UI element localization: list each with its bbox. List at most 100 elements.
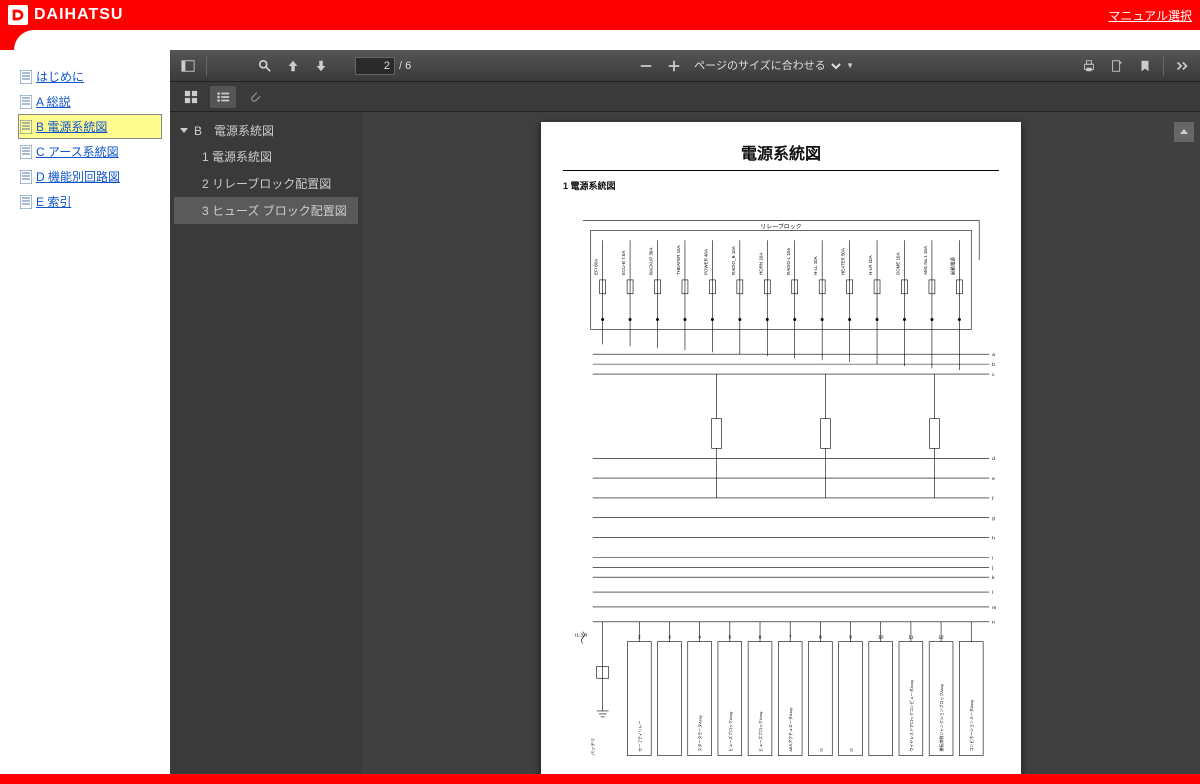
svg-text:THEATER 15A: THEATER 15A: [676, 245, 681, 275]
outline-section-title: 電源系統図: [214, 122, 274, 139]
outline-item-3[interactable]: 3 ヒューズ ブロック配置図: [174, 197, 358, 224]
svg-text:I1:3,0: I1:3,0: [575, 633, 588, 639]
chevron-down-icon: [180, 128, 188, 133]
chevron-down-icon: ▼: [846, 61, 854, 70]
viewer-lower: B 電源系統図 1 電源系統図 2 リレーブロック配置図 3 ヒューズ ブロック…: [170, 112, 1200, 784]
file-icon: [20, 70, 32, 84]
svg-text:ヒューズブロックAssy: ヒューズブロックAssy: [728, 712, 733, 752]
svg-text:運転席側ジャンクションブロックAssy: 運転席側ジャンクションブロックAssy: [939, 684, 944, 752]
brand: DAIHATSU: [8, 5, 123, 25]
page-total: / 6: [399, 60, 411, 72]
bookmark-button[interactable]: [1131, 54, 1159, 78]
svg-text:バッテリ: バッテリ: [591, 738, 597, 756]
nav-item-c[interactable]: C アース系統図: [18, 139, 162, 164]
file-icon: [20, 120, 32, 134]
page-title: 電源系統図: [563, 136, 999, 168]
scroll-up-button[interactable]: [1174, 122, 1194, 142]
zoom-select[interactable]: ページのサイズに合わせる: [688, 57, 844, 75]
outline-tab[interactable]: [210, 86, 236, 108]
brand-logo-icon: [8, 5, 28, 25]
bottom-red-strip: [0, 774, 1200, 784]
zoom-in-button[interactable]: [660, 54, 688, 78]
manual-select-link[interactable]: マニュアル選択: [1108, 7, 1192, 24]
outline-section-letter: B: [194, 124, 202, 138]
top-bar: DAIHATSU マニュアル選択: [0, 0, 1200, 30]
svg-text:ヒューズブロックAssy: ヒューズブロックAssy: [758, 712, 763, 752]
zoom-out-button[interactable]: [632, 54, 660, 78]
separator: [206, 56, 207, 76]
file-icon: [20, 95, 32, 109]
svg-text:l: l: [992, 590, 993, 596]
svg-text:n: n: [992, 621, 995, 626]
svg-text:k: k: [992, 575, 995, 581]
nav-label: D 機能別回路図: [36, 168, 120, 185]
page-number-input[interactable]: [355, 57, 395, 75]
svg-text:RADIO_B 10A: RADIO_B 10A: [731, 246, 736, 275]
search-button[interactable]: [251, 54, 279, 78]
svg-text:BACKUP 30A: BACKUP 30A: [649, 248, 654, 275]
svg-text:ワイヤレスドアロックコンピュータAssy: ワイヤレスドアロックコンピュータAssy: [909, 680, 914, 752]
svg-text:m: m: [992, 606, 996, 611]
page-title-rule: [563, 170, 999, 171]
svg-text:i: i: [992, 555, 993, 561]
outline-item-2[interactable]: 2 リレーブロック配置図: [174, 170, 358, 197]
attachments-tab[interactable]: [242, 86, 268, 108]
nav-item-a[interactable]: A 総説: [18, 89, 162, 114]
svg-text:ABSアクチュエータAssy: ABSアクチュエータAssy: [788, 708, 793, 752]
svg-text:I2: I2: [818, 748, 823, 751]
nav-item-d[interactable]: D 機能別回路図: [18, 164, 162, 189]
pdf-page: 電源系統図 1 電源系統図 リレーブロックEFI 60AECU-B 7.5ABA…: [541, 122, 1021, 784]
svg-text:DOME 10A: DOME 10A: [896, 252, 901, 274]
svg-text:HEATER 50A: HEATER 50A: [841, 248, 846, 275]
separator: [1163, 56, 1164, 76]
svg-text:POWER 40A: POWER 40A: [703, 249, 708, 275]
viewer-toolbar: / 6 ページのサイズに合わせる ▼: [170, 50, 1200, 82]
svg-text:スタータモータAssy: スタータモータAssy: [698, 715, 703, 751]
svg-text:セーフティリレー: セーフティリレー: [637, 720, 642, 751]
file-icon: [20, 145, 32, 159]
print-button[interactable]: [1075, 54, 1103, 78]
left-nav: はじめに A 総説 B 電源系統図 C アース系統図 D 機能別回路図 E 索引: [0, 50, 170, 784]
svg-text:h: h: [992, 536, 995, 542]
page-area[interactable]: 電源系統図 1 電源系統図 リレーブロックEFI 60AECU-B 7.5ABA…: [362, 112, 1200, 784]
toggle-sidebar-button[interactable]: [174, 54, 202, 78]
svg-text:リレーブロック: リレーブロック: [760, 222, 801, 230]
content-area: はじめに A 総説 B 電源系統図 C アース系統図 D 機能別回路図 E 索引: [0, 50, 1200, 784]
prev-page-button[interactable]: [279, 54, 307, 78]
svg-text:c: c: [992, 373, 995, 378]
outline-item-1[interactable]: 1 電源系統図: [174, 143, 358, 170]
nav-label: E 索引: [36, 193, 71, 210]
svg-text:f: f: [992, 496, 994, 502]
nav-label: B 電源系統図: [36, 118, 107, 135]
nav-label: C アース系統図: [36, 143, 119, 160]
nav-item-e[interactable]: E 索引: [18, 189, 162, 214]
svg-text:a: a: [992, 353, 995, 358]
svg-text:e: e: [992, 477, 995, 482]
next-page-button[interactable]: [307, 54, 335, 78]
svg-text:EFI 60A: EFI 60A: [594, 259, 599, 275]
outline-section[interactable]: B 電源系統図: [174, 118, 358, 143]
nav-label: A 総説: [36, 93, 71, 110]
nav-label: はじめに: [36, 68, 84, 85]
nav-item-b[interactable]: B 電源系統図: [18, 114, 162, 139]
svg-text:j: j: [991, 565, 993, 571]
file-icon: [20, 170, 32, 184]
svg-text:RADIO-L 10A: RADIO-L 10A: [786, 248, 791, 275]
section-title: 1 電源系統図: [563, 179, 999, 192]
svg-text:H-LR 10A: H-LR 10A: [868, 255, 873, 275]
svg-text:g: g: [992, 517, 995, 522]
svg-text:b: b: [992, 362, 995, 368]
pdf-viewer: / 6 ページのサイズに合わせる ▼ B 電源系統図: [170, 50, 1200, 784]
thumbnails-tab[interactable]: [178, 86, 204, 108]
outline-panel: B 電源系統図 1 電源系統図 2 リレーブロック配置図 3 ヒューズ ブロック…: [170, 112, 362, 784]
svg-text:d: d: [992, 456, 995, 462]
svg-text:H-LL 10A: H-LL 10A: [813, 256, 818, 275]
tools-button[interactable]: [1168, 54, 1196, 78]
download-button[interactable]: [1103, 54, 1131, 78]
svg-text:AM1 No.1 10A: AM1 No.1 10A: [923, 246, 928, 275]
svg-text:起動電源: 起動電源: [949, 257, 956, 275]
svg-text:I2: I2: [849, 748, 854, 751]
svg-text:HORN 10A: HORN 10A: [758, 253, 763, 275]
file-icon: [20, 195, 32, 209]
nav-item-intro[interactable]: はじめに: [18, 64, 162, 89]
